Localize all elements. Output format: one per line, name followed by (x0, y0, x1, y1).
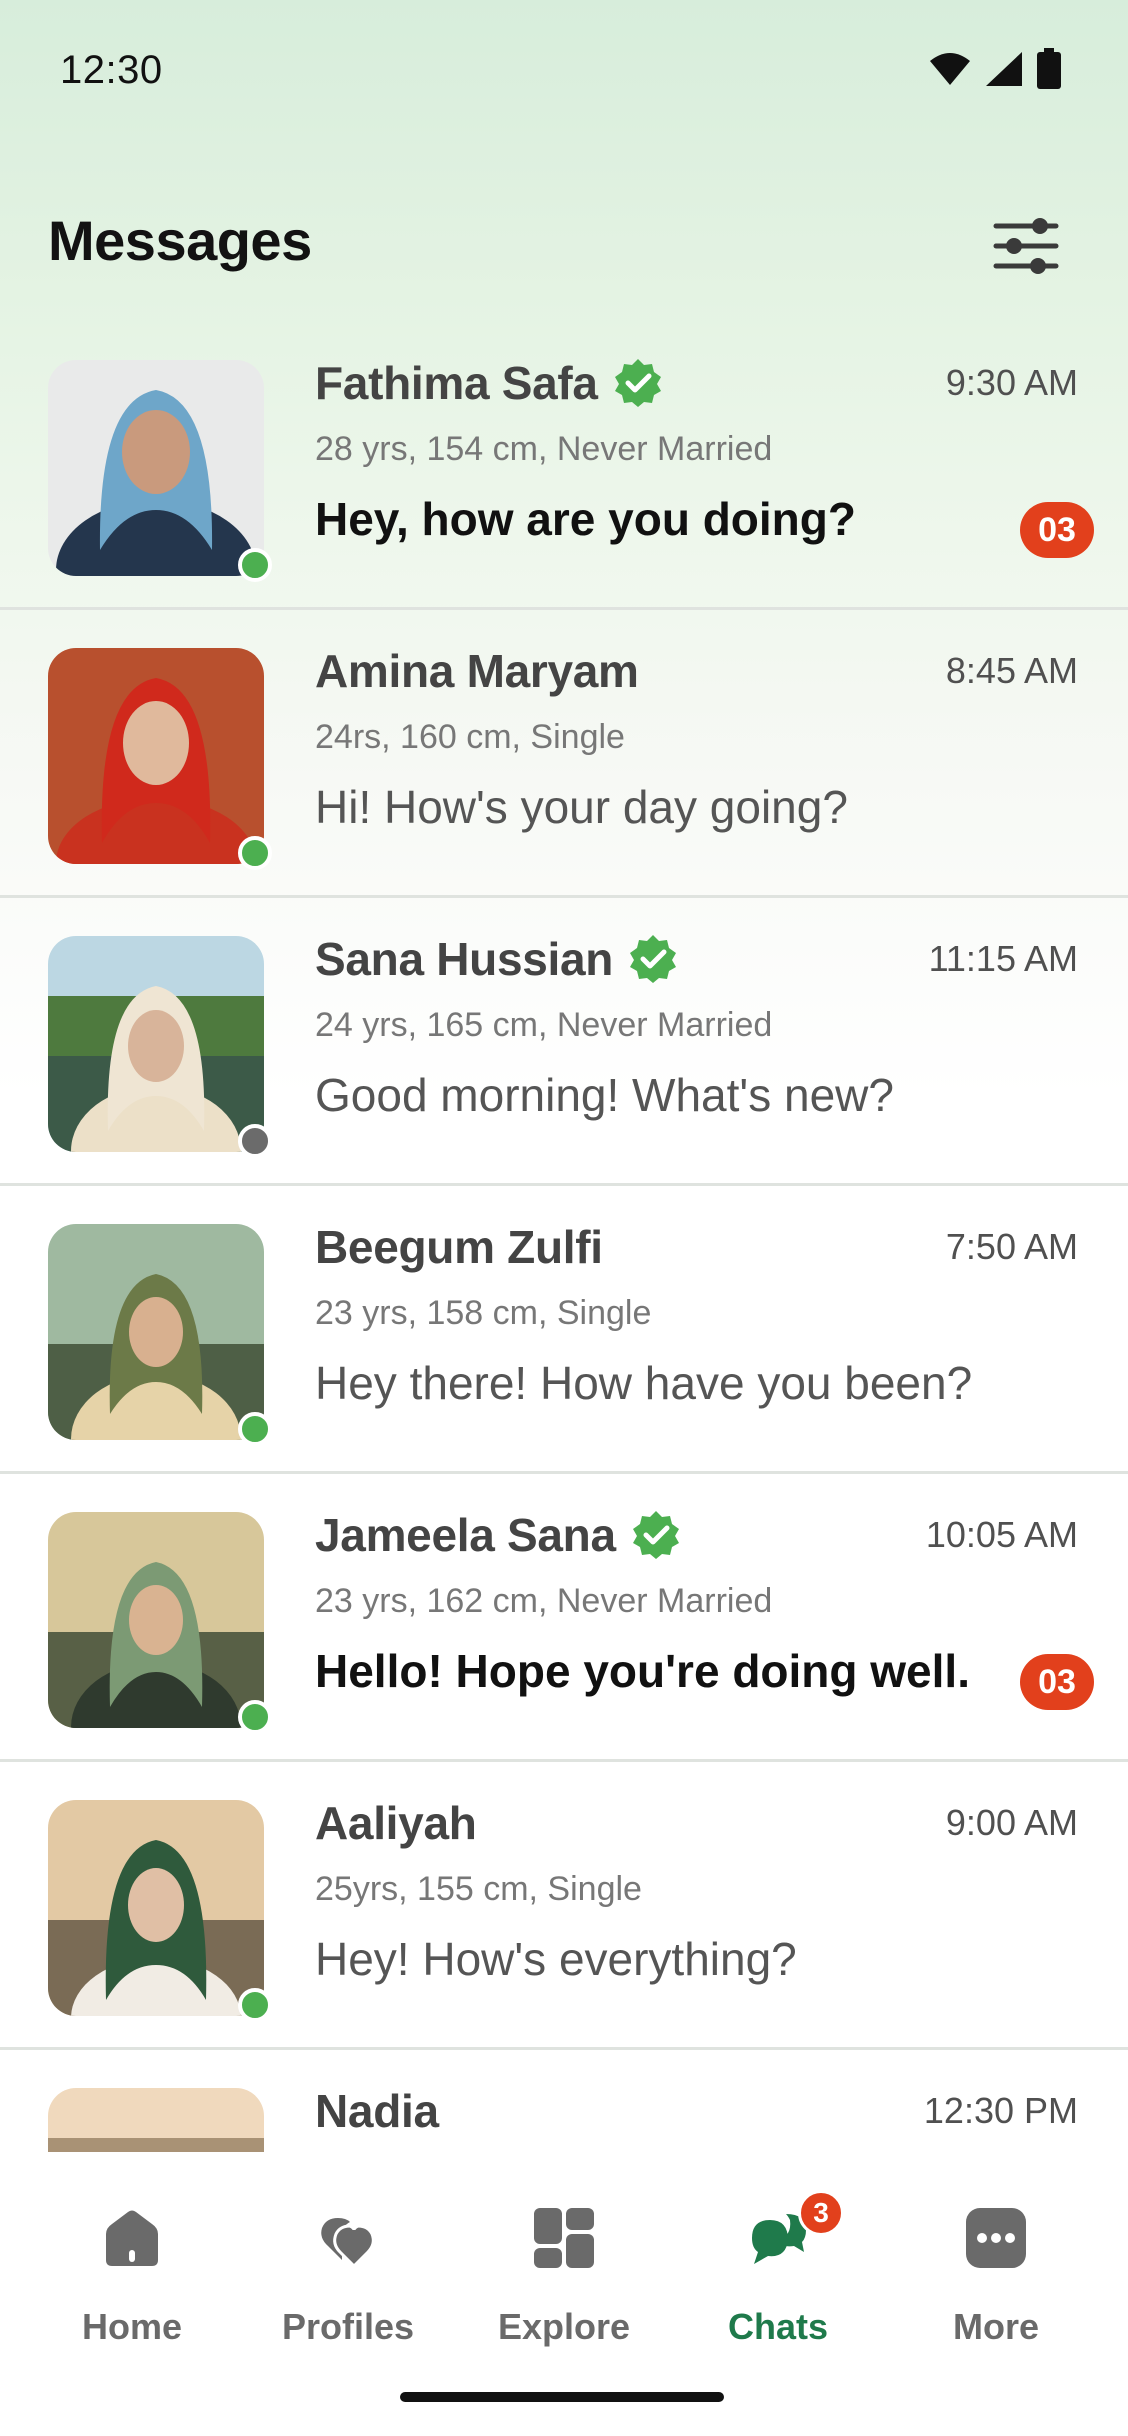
message-time: 9:00 AM (945, 1802, 1078, 1843)
more-dots-icon (966, 2208, 1026, 2268)
avatar (48, 360, 272, 582)
nav-label: Home (81, 2306, 183, 2347)
nav-label: Chats (727, 2306, 829, 2347)
nav-label: Profiles (281, 2306, 415, 2347)
heart-icon (321, 2218, 375, 2269)
chat-row[interactable]: Aaliyah 9:00 AM 25yrs, 155 cm, Single He… (0, 1762, 1128, 2050)
contact-name: Sana Hussian (315, 933, 614, 985)
last-message: Hey, how are you doing? (315, 493, 856, 545)
verified-badge-icon (632, 1511, 679, 1559)
profile-meta: 28 yrs, 154 cm, Never Married (315, 430, 773, 468)
chats-notification-badge: 3 (798, 2190, 844, 2236)
chat-row[interactable]: Beegum Zulfi 7:50 AM 23 yrs, 158 cm, Sin… (0, 1186, 1128, 1474)
profile-meta: 23 yrs, 162 cm, Never Married (315, 1582, 773, 1620)
home-indicator[interactable] (400, 2392, 724, 2402)
home-icon (106, 2210, 158, 2266)
profile-photo-icon (48, 936, 264, 1152)
avatar (48, 1224, 272, 1446)
filter-sliders-icon (993, 218, 1059, 274)
last-message: Hey there! How have you been? (315, 1357, 973, 1409)
message-time: 9:30 AM (945, 362, 1078, 403)
profile-photo-icon (48, 1512, 264, 1728)
message-time: 12:30 PM (923, 2090, 1078, 2131)
profile-meta: 24rs, 160 cm, Single (315, 718, 625, 756)
verified-badge-icon (614, 359, 661, 407)
nav-chats[interactable]: 3 Chats (678, 2190, 878, 2356)
profile-meta: 23 yrs, 158 cm, Single (315, 1294, 652, 1332)
unread-count-badge: 03 (1020, 1654, 1094, 1710)
filter-button[interactable] (990, 210, 1062, 282)
nav-label: Explore (497, 2306, 631, 2347)
chat-row[interactable]: Jameela Sana 10:05 AM 23 yrs, 162 cm, Ne… (0, 1474, 1128, 1762)
chat-row[interactable]: Amina Maryam 8:45 AM 24rs, 160 cm, Singl… (0, 610, 1128, 898)
nav-explore[interactable]: Explore (464, 2206, 664, 2356)
contact-name: Aaliyah (315, 1797, 477, 1849)
message-time: 11:15 AM (928, 938, 1078, 979)
contact-name: Nadia (315, 2085, 439, 2137)
last-message: Good morning! What's new? (315, 1069, 894, 1121)
contact-name: Beegum Zulfi (315, 1221, 603, 1273)
online-status-dot (238, 1700, 272, 1734)
chat-row[interactable]: Sana Hussian 11:15 AM 24 yrs, 165 cm, Ne… (0, 898, 1128, 1186)
chat-list: Fathima Safa 9:30 AM 28 yrs, 154 cm, Nev… (0, 322, 1128, 2152)
contact-name: Fathima Safa (315, 357, 598, 409)
nav-label: More (952, 2306, 1039, 2347)
contact-name: Amina Maryam (315, 645, 639, 697)
profile-meta: 25yrs, 155 cm, Single (315, 1870, 642, 1908)
contact-name: Jameela Sana (315, 1509, 616, 1561)
status-time: 12:30 (60, 48, 163, 92)
nav-more[interactable]: More (896, 2206, 1096, 2356)
explore-grid-icon (534, 2208, 594, 2268)
online-status-dot (238, 836, 272, 870)
status-bar: 12:30 (0, 0, 1128, 140)
offline-status-dot (238, 1124, 272, 1158)
profile-photo-icon (48, 360, 264, 576)
unread-count-badge: 03 (1020, 502, 1094, 558)
wifi-icon (930, 53, 970, 85)
last-message: Hi! How's your day going? (315, 781, 848, 833)
last-message: Hey! How's everything? (315, 1933, 797, 1985)
page-title: Messages (48, 209, 312, 272)
status-icons (928, 48, 1062, 90)
profile-photo-icon (48, 1800, 264, 2016)
avatar (48, 2088, 264, 2152)
online-status-dot (238, 1988, 272, 2022)
profile-photo-icon (48, 2088, 264, 2152)
message-time: 8:45 AM (945, 650, 1078, 691)
nav-home[interactable]: Home (32, 2206, 232, 2356)
chat-row[interactable]: Nadia 12:30 PM (0, 2050, 1128, 2152)
online-status-dot (238, 1412, 272, 1446)
avatar (48, 936, 272, 1158)
online-status-dot (238, 548, 272, 582)
profile-photo-icon (48, 648, 264, 864)
avatar (48, 1800, 272, 2022)
last-message: Hello! Hope you're doing well. (315, 1645, 970, 1697)
header: Messages (0, 190, 1128, 300)
signal-icon (986, 52, 1022, 86)
message-time: 7:50 AM (945, 1226, 1078, 1267)
avatar (48, 648, 272, 870)
verified-badge-icon (630, 935, 677, 983)
avatar (48, 1512, 272, 1734)
profile-meta: 24 yrs, 165 cm, Never Married (315, 1006, 773, 1044)
battery-icon (1037, 48, 1061, 89)
nav-profiles[interactable]: Profiles (248, 2206, 448, 2356)
message-time: 10:05 AM (925, 1514, 1078, 1555)
profile-photo-icon (48, 1224, 264, 1440)
chat-row[interactable]: Fathima Safa 9:30 AM 28 yrs, 154 cm, Nev… (0, 322, 1128, 610)
